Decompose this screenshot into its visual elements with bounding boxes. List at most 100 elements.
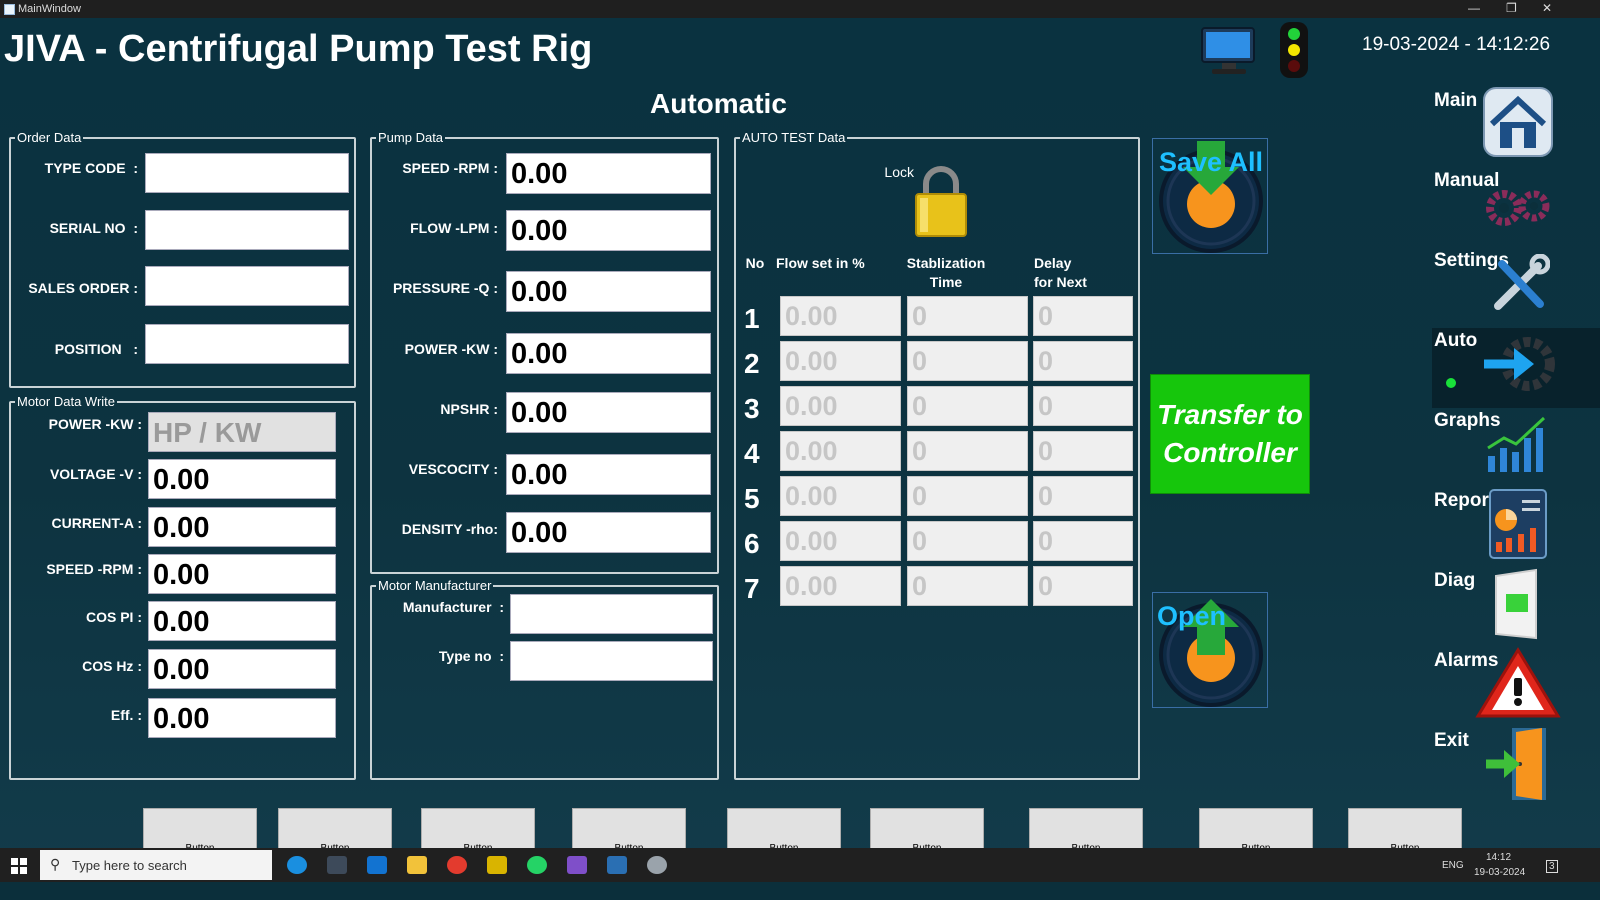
- manufacturer-input[interactable]: [510, 594, 713, 634]
- save-all-button[interactable]: Save All: [1152, 138, 1268, 254]
- density-input[interactable]: 0.00: [506, 512, 711, 553]
- stabilization-time-input[interactable]: 0: [907, 386, 1028, 426]
- running-app-icon[interactable]: [607, 856, 627, 874]
- auto-active-indicator: [1446, 378, 1456, 388]
- auto-test-legend: AUTO TEST Data: [742, 130, 846, 145]
- delay-next-input[interactable]: 0: [1033, 296, 1133, 336]
- voltage-input[interactable]: 0.00: [148, 459, 336, 499]
- restore-button[interactable]: ❐: [1506, 1, 1517, 15]
- position-input[interactable]: [145, 324, 349, 364]
- delay-next-input[interactable]: 0: [1033, 431, 1133, 471]
- type-no-input[interactable]: [510, 641, 713, 681]
- pump-speed-input[interactable]: 0.00: [506, 153, 711, 194]
- stabilization-time-input[interactable]: 0: [907, 566, 1028, 606]
- pump-flow-input[interactable]: 0.00: [506, 210, 711, 251]
- stabilization-time-input[interactable]: 0: [907, 431, 1028, 471]
- gears-icon[interactable]: [1482, 184, 1558, 230]
- lock-label: Lock: [884, 164, 914, 180]
- sales-order-input[interactable]: [145, 266, 349, 306]
- bar-graph-icon[interactable]: [1484, 414, 1550, 474]
- viscosity-input[interactable]: 0.00: [506, 454, 711, 495]
- home-icon[interactable]: [1482, 86, 1554, 158]
- tools-icon[interactable]: [1490, 254, 1550, 314]
- delay-next-input[interactable]: 0: [1033, 341, 1133, 381]
- nav-main[interactable]: Main: [1434, 90, 1477, 112]
- minimize-button[interactable]: —: [1468, 1, 1480, 15]
- transfer-label: Transfer to Controller: [1157, 399, 1303, 468]
- type-no-label: Type no :: [438, 648, 504, 664]
- current-input[interactable]: 0.00: [148, 507, 336, 547]
- exit-door-icon[interactable]: [1484, 726, 1554, 802]
- language-indicator[interactable]: ENG: [1442, 860, 1464, 871]
- cos-hz-input[interactable]: 0.00: [148, 649, 336, 689]
- whatsapp-icon[interactable]: [527, 856, 547, 874]
- windows-start-icon[interactable]: [11, 858, 27, 874]
- row-number: 7: [744, 573, 760, 604]
- app-icon[interactable]: [487, 856, 507, 874]
- notification-icon[interactable]: 3: [1546, 860, 1558, 873]
- transfer-to-controller-button[interactable]: Transfer to Controller: [1150, 374, 1310, 494]
- delay-next-input[interactable]: 0: [1033, 521, 1133, 561]
- npshr-input[interactable]: 0.00: [506, 392, 711, 433]
- edge-browser-icon[interactable]: [287, 856, 307, 874]
- tool-icon[interactable]: [647, 856, 667, 874]
- row-number: 4: [744, 438, 760, 469]
- taskbar-date[interactable]: 19-03-2024: [1474, 867, 1525, 878]
- file-explorer-icon[interactable]: [407, 856, 427, 874]
- cos-pi-input[interactable]: 0.00: [148, 601, 336, 641]
- flow-set-input[interactable]: 0.00: [780, 386, 901, 426]
- taskbar-search-box[interactable]: ⚲ Type here to search: [40, 850, 272, 880]
- position-label: POSITION :: [54, 341, 138, 357]
- report-icon[interactable]: [1488, 488, 1548, 560]
- flow-set-input[interactable]: 0.00: [780, 431, 901, 471]
- motor-speed-label: SPEED -RPM :: [46, 561, 142, 577]
- mail-icon[interactable]: [367, 856, 387, 874]
- lock-icon[interactable]: [912, 162, 970, 240]
- type-code-input[interactable]: [145, 153, 349, 193]
- serial-no-input[interactable]: [145, 210, 349, 250]
- diag-switch-icon[interactable]: [1492, 568, 1548, 642]
- motor-power-unit-select[interactable]: HP / KW: [148, 412, 336, 452]
- visual-studio-icon[interactable]: [567, 856, 587, 874]
- datetime-display: 19-03-2024 - 14:12:26: [1362, 34, 1551, 55]
- alarm-warning-icon[interactable]: [1474, 646, 1562, 720]
- chrome-icon[interactable]: [447, 856, 467, 874]
- delay-next-input[interactable]: 0: [1033, 386, 1133, 426]
- flow-set-input[interactable]: 0.00: [780, 341, 901, 381]
- delay-next-input[interactable]: 0: [1033, 476, 1133, 516]
- flow-set-input[interactable]: 0.00: [780, 521, 901, 561]
- stabilization-time-input[interactable]: 0: [907, 521, 1028, 561]
- viscosity-label: VESCOCITY :: [408, 461, 498, 477]
- col-header-no: No: [745, 255, 765, 271]
- open-label: Open: [1157, 601, 1227, 631]
- delay-next-input[interactable]: 0: [1033, 566, 1133, 606]
- nav-diag[interactable]: Diag: [1434, 570, 1475, 592]
- app-main-area: JIVA - Centrifugal Pump Test Rig 19-03-2…: [0, 18, 1600, 868]
- taskbar: ⚲ Type here to search ENG 14:12 19-03-20…: [0, 848, 1600, 882]
- arrow-gear-icon[interactable]: [1478, 332, 1558, 396]
- open-button[interactable]: Open: [1152, 592, 1268, 708]
- flow-set-input[interactable]: 0.00: [780, 566, 901, 606]
- store-icon[interactable]: [327, 856, 347, 874]
- order-data-legend: Order Data: [17, 130, 82, 145]
- nav-exit[interactable]: Exit: [1434, 730, 1469, 752]
- motor-manufacturer-legend: Motor Manufacturer: [378, 578, 492, 593]
- stabilization-time-input[interactable]: 0: [907, 296, 1028, 336]
- row-number: 5: [744, 483, 760, 514]
- cos-pi-label: COS PI :: [85, 609, 142, 625]
- motor-speed-input[interactable]: 0.00: [148, 554, 336, 594]
- close-button[interactable]: ✕: [1542, 1, 1552, 15]
- eff-input[interactable]: 0.00: [148, 698, 336, 738]
- window-titlebar: MainWindow — ❐ ✕: [0, 0, 1600, 18]
- stabilization-time-input[interactable]: 0: [907, 341, 1028, 381]
- pump-data-legend: Pump Data: [378, 130, 444, 145]
- search-icon: ⚲: [50, 856, 61, 872]
- eff-label: Eff. :: [110, 707, 142, 723]
- pump-power-input[interactable]: 0.00: [506, 333, 711, 374]
- flow-set-input[interactable]: 0.00: [780, 296, 901, 336]
- nav-auto[interactable]: Auto: [1434, 330, 1477, 352]
- pump-pressure-input[interactable]: 0.00: [506, 271, 711, 312]
- stabilization-time-input[interactable]: 0: [907, 476, 1028, 516]
- taskbar-time[interactable]: 14:12: [1486, 852, 1511, 863]
- flow-set-input[interactable]: 0.00: [780, 476, 901, 516]
